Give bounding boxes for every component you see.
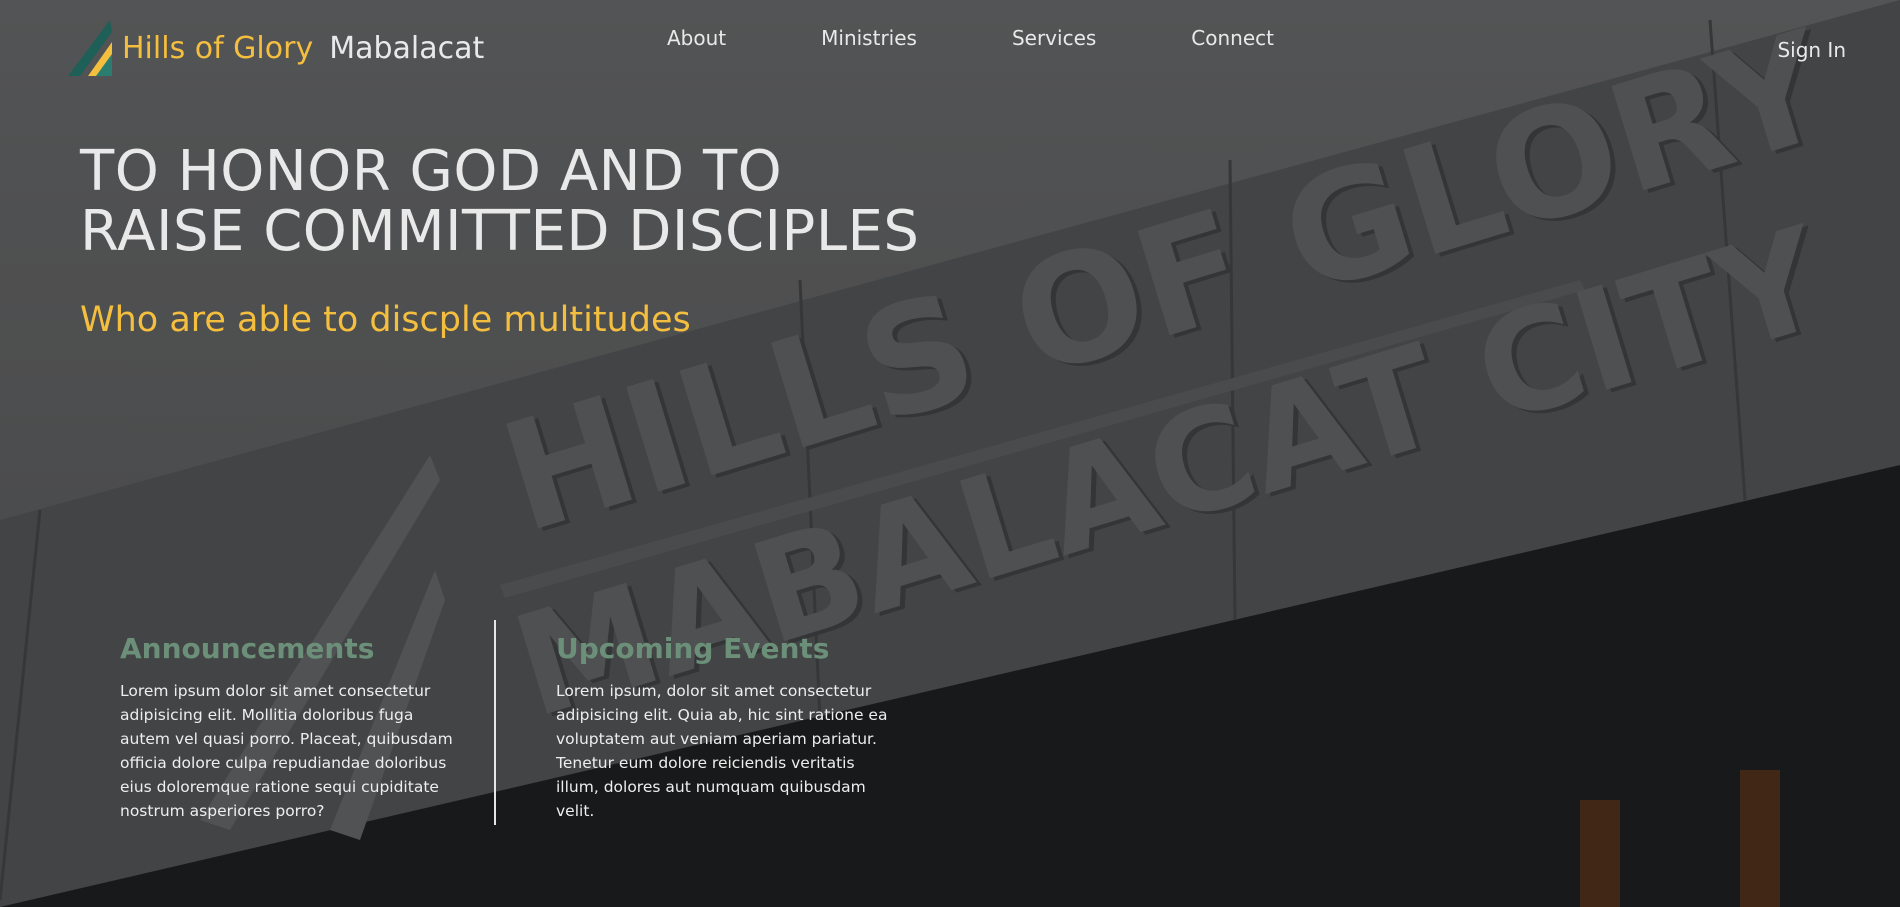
nav-item-connect[interactable]: Connect <box>1191 26 1274 50</box>
events-body: Lorem ipsum, dolor sit amet consectetur … <box>556 682 888 820</box>
announcements-title: Announcements <box>120 632 375 665</box>
sign-in-link[interactable]: Sign In <box>1777 38 1846 62</box>
hills-logo-icon <box>68 20 112 76</box>
headline-line-2: RAISE COMMITTED DISCIPLES <box>80 199 920 264</box>
nav-item-about[interactable]: About <box>667 26 726 50</box>
main-menu: About Ministries Services Connect <box>667 26 1274 50</box>
announcements-body: Lorem ipsum dolor sit amet consectetur a… <box>120 682 453 820</box>
nav-item-services[interactable]: Services <box>1012 26 1096 50</box>
brand[interactable]: Hills of Glory Mabalacat <box>66 18 484 78</box>
info-columns: Announcements Lorem ipsum dolor sit amet… <box>120 620 920 825</box>
announcements-section: Announcements Lorem ipsum dolor sit amet… <box>120 632 465 823</box>
hero-section: HILLS OF GLORY HILLS OF GLORY MABALACAT … <box>0 0 1900 907</box>
hero-headline: TO HONOR GOD AND TO RAISE COMMITTED DISC… <box>80 142 919 262</box>
nav-item-ministries[interactable]: Ministries <box>821 26 917 50</box>
hero-subheadline: Who are able to discple multitudes <box>80 300 691 340</box>
column-divider <box>494 620 496 825</box>
brand-name-highlight: Hills of Glory <box>122 30 314 66</box>
brand-name-rest: Mabalacat <box>329 30 485 66</box>
events-title: Upcoming Events <box>556 632 830 665</box>
headline-line-1: TO HONOR GOD AND TO <box>80 139 783 204</box>
top-navigation: Hills of Glory Mabalacat About Ministrie… <box>0 0 1900 100</box>
events-section: Upcoming Events Lorem ipsum, dolor sit a… <box>556 632 901 823</box>
